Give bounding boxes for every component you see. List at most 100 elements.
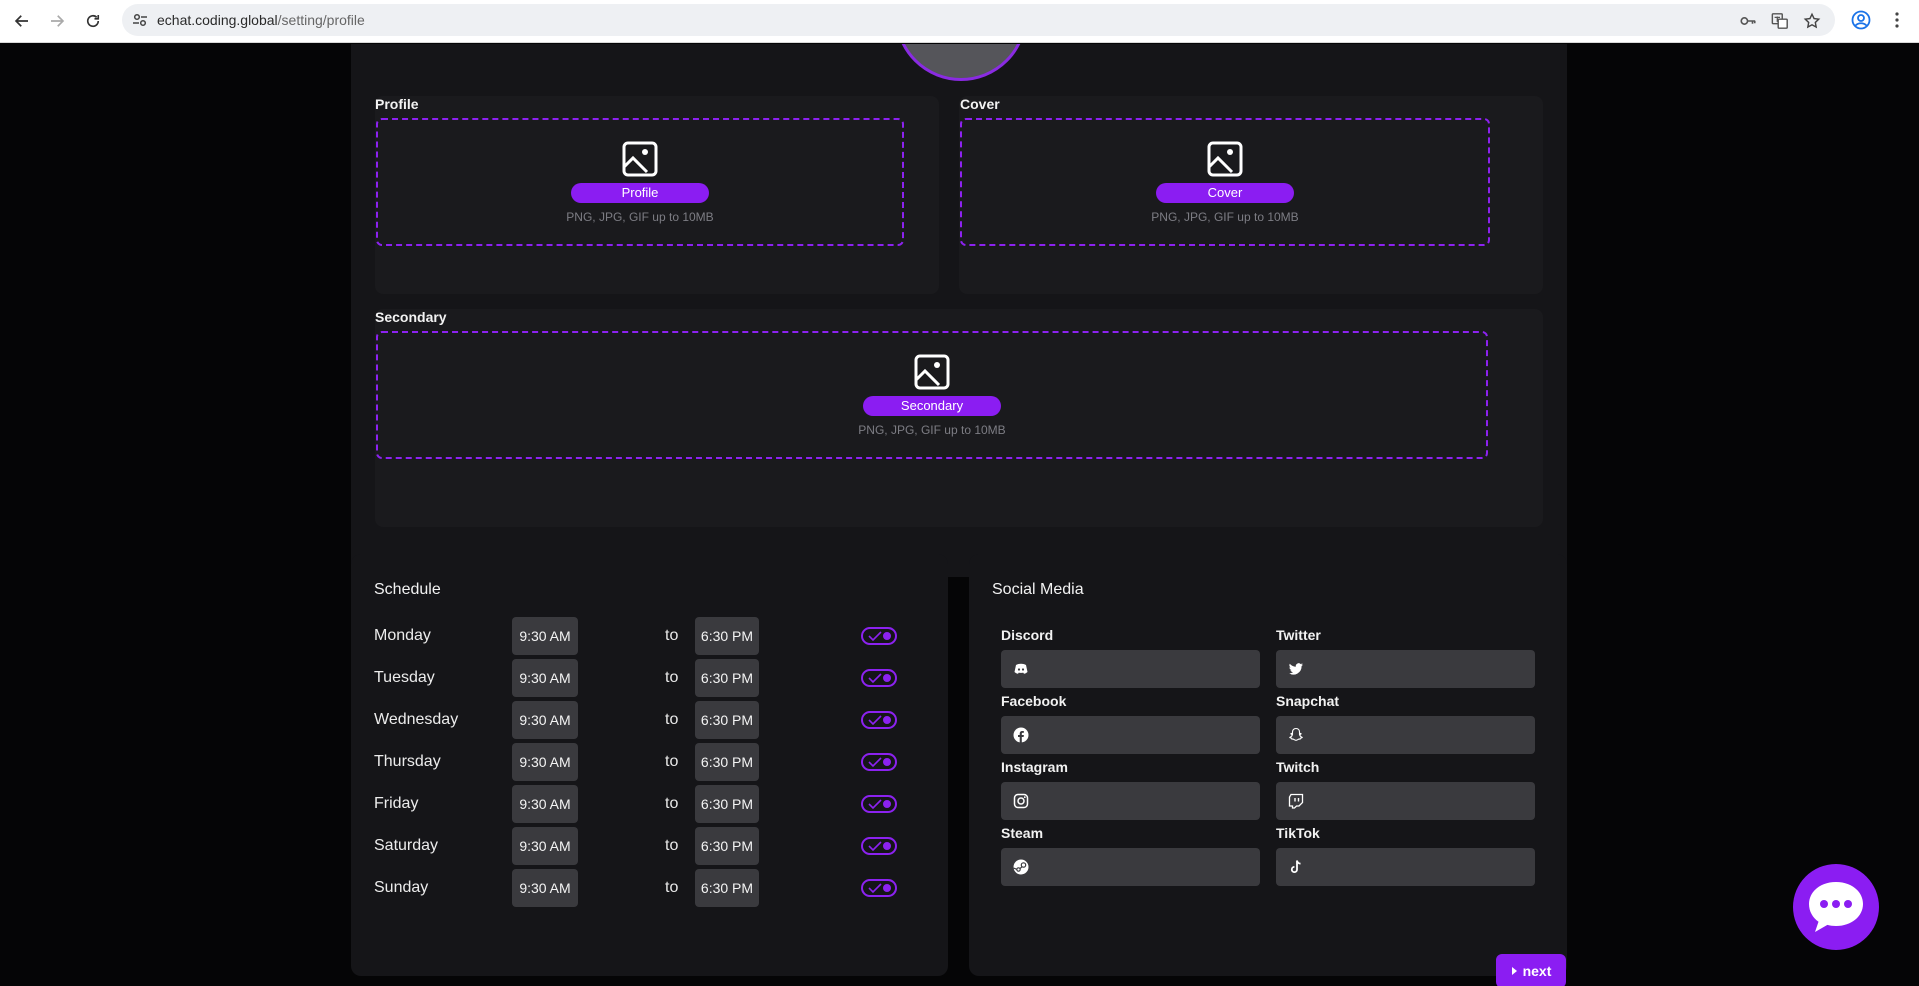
- start-time-input[interactable]: 9:30 AM: [512, 659, 578, 697]
- schedule-row-sunday: Sunday 9:30 AM to 6:30 PM: [351, 869, 947, 909]
- cover-upload-card: Cover Cover PNG, JPG, GIF up to 10MB: [959, 96, 1543, 294]
- toggle-knob: [883, 674, 891, 682]
- twitch-label: Twitch: [1276, 759, 1320, 775]
- day-label: Monday: [374, 627, 431, 644]
- discord-label: Discord: [1001, 627, 1054, 643]
- toggle-knob: [883, 842, 891, 850]
- tiktok-icon: [1290, 860, 1301, 873]
- end-time-input[interactable]: 6:30 PM: [695, 659, 759, 697]
- day-enabled-toggle[interactable]: [861, 627, 897, 645]
- profile-dropzone[interactable]: Profile PNG, JPG, GIF up to 10MB: [376, 118, 904, 246]
- facebook-input[interactable]: [1001, 716, 1260, 754]
- day-enabled-toggle[interactable]: [861, 711, 897, 729]
- key-icon[interactable]: [1739, 12, 1757, 30]
- facebook-icon: [1013, 727, 1029, 743]
- back-button[interactable]: [9, 8, 35, 34]
- start-time-input[interactable]: 9:30 AM: [512, 743, 578, 781]
- reload-button[interactable]: [80, 8, 106, 34]
- start-time-input[interactable]: 9:30 AM: [512, 827, 578, 865]
- profile-settings-page: Profile Profile PNG, JPG, GIF up to 10MB…: [0, 44, 1919, 986]
- steam-input[interactable]: [1001, 848, 1260, 886]
- profile-upload-hint: PNG, JPG, GIF up to 10MB: [566, 210, 714, 224]
- discord-input[interactable]: [1001, 650, 1260, 688]
- address-bar[interactable]: echat.coding.global/setting/profile: [122, 4, 1835, 36]
- translate-icon[interactable]: [1771, 12, 1789, 30]
- avatar-preview[interactable]: [895, 44, 1027, 81]
- end-time-input[interactable]: 6:30 PM: [695, 617, 759, 655]
- cover-dropzone[interactable]: Cover PNG, JPG, GIF up to 10MB: [960, 118, 1490, 246]
- to-label: to: [665, 669, 679, 686]
- url-text: echat.coding.global/setting/profile: [157, 12, 365, 28]
- chat-bubble-icon: [1809, 882, 1863, 932]
- check-icon: [868, 631, 882, 642]
- day-label: Wednesday: [374, 711, 459, 728]
- start-time-input[interactable]: 9:30 AM: [512, 869, 578, 907]
- day-label: Sunday: [374, 879, 429, 896]
- twitter-label: Twitter: [1276, 627, 1321, 643]
- end-time-input[interactable]: 6:30 PM: [695, 701, 759, 739]
- to-label: to: [665, 711, 679, 728]
- schedule-card: Schedule Monday 9:30 AM to 6:30 PM Tuesd…: [351, 554, 948, 976]
- chat-launcher-button[interactable]: [1793, 864, 1879, 950]
- day-enabled-toggle[interactable]: [861, 753, 897, 771]
- end-time-input[interactable]: 6:30 PM: [695, 869, 759, 907]
- end-time-input[interactable]: 6:30 PM: [695, 743, 759, 781]
- media-upload-panel: Profile Profile PNG, JPG, GIF up to 10MB…: [351, 44, 1567, 577]
- kebab-menu-icon[interactable]: [1887, 10, 1907, 30]
- snapchat-label: Snapchat: [1276, 693, 1340, 709]
- browser-toolbar: echat.coding.global/setting/profile: [0, 0, 1919, 43]
- check-icon: [868, 841, 882, 852]
- toggle-knob: [883, 758, 891, 766]
- image-icon: [914, 354, 950, 390]
- instagram-input[interactable]: [1001, 782, 1260, 820]
- snapchat-input[interactable]: [1276, 716, 1535, 754]
- start-time-input[interactable]: 9:30 AM: [512, 785, 578, 823]
- twitch-icon: [1288, 793, 1304, 809]
- secondary-dropzone[interactable]: Secondary PNG, JPG, GIF up to 10MB: [376, 331, 1488, 459]
- start-time-input[interactable]: 9:30 AM: [512, 701, 578, 739]
- twitter-input[interactable]: [1276, 650, 1535, 688]
- day-enabled-toggle[interactable]: [861, 669, 897, 687]
- forward-button[interactable]: [44, 8, 70, 34]
- discord-icon: [1014, 663, 1028, 674]
- day-enabled-toggle[interactable]: [861, 795, 897, 813]
- to-label: to: [665, 837, 679, 854]
- schedule-row-wednesday: Wednesday 9:30 AM to 6:30 PM: [351, 701, 947, 741]
- twitch-input[interactable]: [1276, 782, 1535, 820]
- instagram-label: Instagram: [1001, 759, 1068, 775]
- profile-upload-button[interactable]: Profile: [571, 183, 709, 203]
- arrow-right-icon: [51, 15, 65, 27]
- tiktok-label: TikTok: [1276, 825, 1320, 841]
- secondary-upload-button[interactable]: Secondary: [863, 396, 1001, 416]
- end-time-input[interactable]: 6:30 PM: [695, 827, 759, 865]
- next-button[interactable]: next: [1496, 954, 1566, 986]
- tiktok-input[interactable]: [1276, 848, 1535, 886]
- toggle-knob: [883, 716, 891, 724]
- site-settings-icon[interactable]: [132, 12, 148, 28]
- day-label: Friday: [374, 795, 419, 812]
- next-button-label: next: [1522, 963, 1552, 979]
- schedule-row-monday: Monday 9:30 AM to 6:30 PM: [351, 617, 947, 657]
- instagram-icon: [1013, 793, 1029, 809]
- profile-avatar-icon[interactable]: [1851, 10, 1871, 30]
- check-icon: [868, 673, 882, 684]
- end-time-input[interactable]: 6:30 PM: [695, 785, 759, 823]
- cover-upload-button[interactable]: Cover: [1156, 183, 1294, 203]
- schedule-title: Schedule: [374, 581, 441, 598]
- facebook-label: Facebook: [1001, 693, 1067, 709]
- day-enabled-toggle[interactable]: [861, 879, 897, 897]
- image-icon: [1207, 141, 1243, 177]
- profile-upload-label: Profile: [375, 96, 419, 112]
- url-path: /setting/profile: [277, 12, 365, 28]
- cover-upload-hint: PNG, JPG, GIF up to 10MB: [1151, 210, 1299, 224]
- twitter-icon: [1289, 663, 1303, 675]
- arrow-left-icon: [14, 15, 28, 27]
- day-enabled-toggle[interactable]: [861, 837, 897, 855]
- start-time-input[interactable]: 9:30 AM: [512, 617, 578, 655]
- steam-label: Steam: [1001, 825, 1044, 841]
- url-host: echat.coding.global: [157, 12, 278, 28]
- bookmark-star-icon[interactable]: [1803, 12, 1821, 30]
- schedule-row-tuesday: Tuesday 9:30 AM to 6:30 PM: [351, 659, 947, 699]
- check-icon: [868, 799, 882, 810]
- schedule-row-thursday: Thursday 9:30 AM to 6:30 PM: [351, 743, 947, 783]
